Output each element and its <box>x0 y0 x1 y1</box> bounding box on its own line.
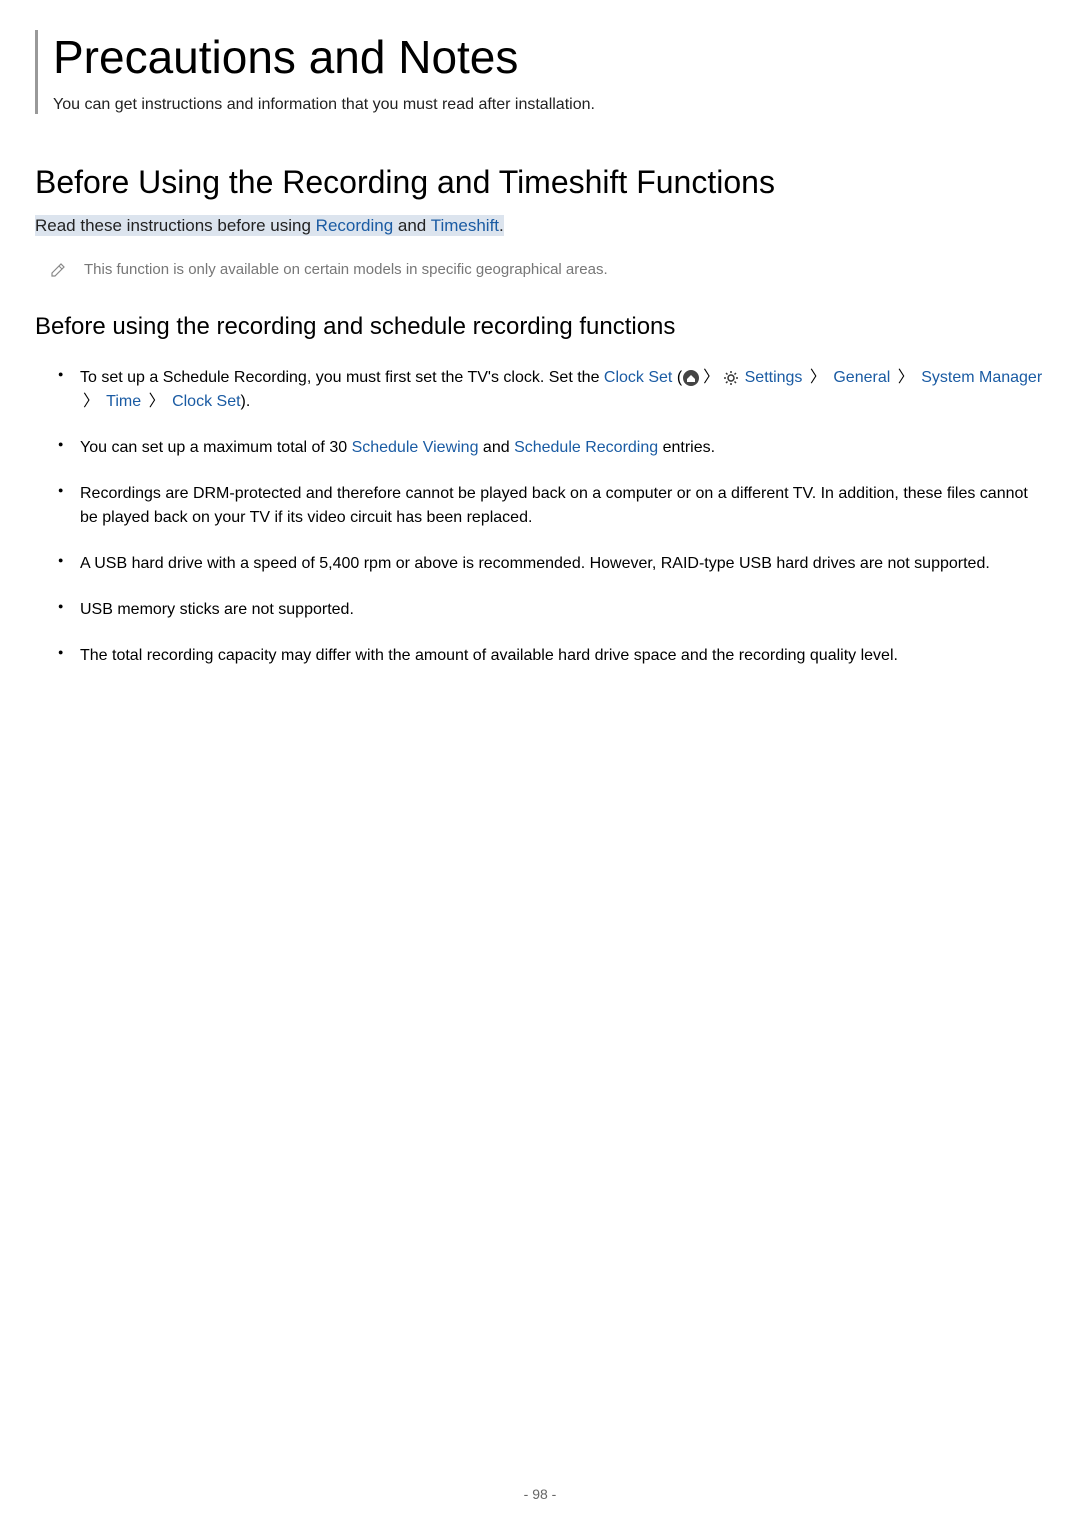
timeshift-link[interactable]: Timeshift <box>431 216 499 235</box>
home-icon <box>682 369 700 387</box>
intro-post: . <box>499 216 504 235</box>
chevron-right-icon: 〉 <box>810 366 826 390</box>
intro-text: Read these instructions before using Rec… <box>35 215 504 236</box>
system-manager-link[interactable]: System Manager <box>921 369 1042 386</box>
b1-close: ). <box>241 393 251 410</box>
title-bar: Precautions and Notes You can get instru… <box>35 30 1045 114</box>
list-item: The total recording capacity may differ … <box>80 644 1045 668</box>
section-heading: Before Using the Recording and Timeshift… <box>35 164 1045 201</box>
pencil-icon <box>50 262 66 278</box>
chevron-right-icon: 〉 <box>149 390 165 414</box>
general-link[interactable]: General <box>833 369 890 386</box>
intro-mid: and <box>393 216 431 235</box>
list-item: A USB hard drive with a speed of 5,400 r… <box>80 552 1045 576</box>
clock-set-link[interactable]: Clock Set <box>604 369 672 386</box>
settings-link[interactable]: Settings <box>740 369 802 386</box>
chevron-right-icon: 〉 <box>898 366 914 390</box>
gear-icon <box>722 369 740 387</box>
chevron-right-icon: 〉 <box>703 366 719 390</box>
b1-pre: To set up a Schedule Recording, you must… <box>80 369 604 386</box>
recording-link[interactable]: Recording <box>316 216 394 235</box>
page-title: Precautions and Notes <box>53 30 1045 84</box>
page-subtitle: You can get instructions and information… <box>53 96 1045 114</box>
bullet-list: To set up a Schedule Recording, you must… <box>35 366 1045 668</box>
list-item: To set up a Schedule Recording, you must… <box>80 366 1045 414</box>
list-item: USB memory sticks are not supported. <box>80 598 1045 622</box>
b2-pre: You can set up a maximum total of 30 <box>80 439 352 456</box>
clock-set-link-2[interactable]: Clock Set <box>172 393 240 410</box>
list-item: Recordings are DRM-protected and therefo… <box>80 482 1045 530</box>
schedule-recording-link[interactable]: Schedule Recording <box>514 439 658 456</box>
note-text: This function is only available on certa… <box>84 261 608 278</box>
b2-post: entries. <box>658 439 715 456</box>
subsection-heading: Before using the recording and schedule … <box>35 313 1045 341</box>
b1-paren: ( <box>672 369 682 386</box>
time-link[interactable]: Time <box>106 393 141 410</box>
schedule-viewing-link[interactable]: Schedule Viewing <box>352 439 479 456</box>
b2-mid: and <box>478 439 514 456</box>
intro-text-wrap: Read these instructions before using Rec… <box>35 216 1045 236</box>
page-number: - 98 - <box>524 1486 557 1502</box>
note-row: This function is only available on certa… <box>50 261 1045 278</box>
list-item: You can set up a maximum total of 30 Sch… <box>80 436 1045 460</box>
chevron-right-icon: 〉 <box>83 390 99 414</box>
intro-pre: Read these instructions before using <box>35 216 316 235</box>
